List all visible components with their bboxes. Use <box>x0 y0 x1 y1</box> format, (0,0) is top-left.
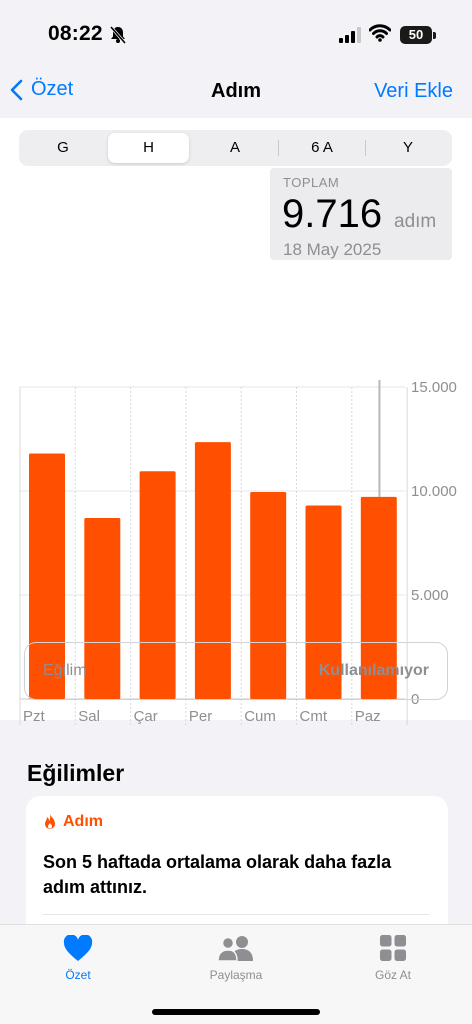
segment-divider <box>278 140 279 156</box>
chevron-left-icon <box>10 79 23 100</box>
y-tick-label: 10.000 <box>411 483 457 500</box>
navigation-bar: Özet Adım Veri Ekle <box>0 64 472 118</box>
callout-unit: adım <box>394 211 437 232</box>
trend-row[interactable]: Eğilim Kullanılamıyor <box>24 642 448 700</box>
wifi-icon <box>368 24 392 47</box>
status-bar: 08:22 50 <box>0 0 472 64</box>
trend-category-label: Adım <box>63 813 103 830</box>
content-card: G H A 6 A Y TOPLAM 9.716 adım 18 May 202… <box>0 118 472 725</box>
heart-icon <box>63 934 93 961</box>
y-tick-label: 15.000 <box>411 379 457 396</box>
trend-label: Eğilim <box>43 662 87 679</box>
status-time: 08:22 <box>48 22 103 45</box>
tab-browse-label: Göz At <box>374 968 412 982</box>
tab-sharing[interactable]: Paylaşma <box>176 933 296 982</box>
callout-date: 18 May 2025 <box>283 240 382 259</box>
x-tick-label: Paz <box>355 708 381 725</box>
tab-summary[interactable]: Özet <box>18 933 138 982</box>
time-range-segmented-control: G H A 6 A Y <box>19 130 452 166</box>
callout-label: TOPLAM <box>283 175 340 190</box>
x-tick-label: Cum <box>244 708 276 725</box>
segment-divider <box>365 140 366 156</box>
x-tick-label: Cmt <box>300 708 328 725</box>
x-tick-label: Sal <box>78 708 100 725</box>
tab-sharing-label: Paylaşma <box>209 968 263 982</box>
cellular-signal-icon <box>339 27 363 48</box>
home-indicator <box>152 1009 320 1015</box>
tab-summary-label: Özet <box>65 968 91 982</box>
trend-status: Kullanılamıyor <box>318 662 429 679</box>
back-button[interactable]: Özet <box>10 78 73 101</box>
flame-icon <box>45 814 55 829</box>
trend-category: Adım <box>42 813 103 831</box>
back-label: Özet <box>31 78 74 100</box>
tab-bar: Özet Paylaşma Göz At <box>0 924 472 1024</box>
total-callout: TOPLAM 9.716 adım 18 May 2025 <box>270 168 452 260</box>
trend-card-divider <box>43 914 429 915</box>
battery-tip <box>433 32 436 39</box>
segment-week[interactable]: H <box>108 133 189 163</box>
x-tick-label: Çar <box>134 708 158 725</box>
trend-message: Son 5 haftada ortalama olarak daha fazla… <box>43 852 392 897</box>
x-tick-label: Per <box>189 708 212 725</box>
tab-browse[interactable]: Göz At <box>333 933 453 982</box>
segment-day[interactable]: G <box>22 133 104 163</box>
grid-icon <box>380 935 406 961</box>
silent-bell-icon <box>108 25 128 45</box>
segment-month[interactable]: A <box>193 133 277 163</box>
add-data-button[interactable]: Veri Ekle <box>374 80 453 103</box>
segment-six-months[interactable]: 6 A <box>280 133 364 163</box>
trends-section-title: Eğilimler <box>27 760 125 786</box>
y-tick-label: 5.000 <box>411 587 449 604</box>
callout-value: 9.716 <box>282 192 383 236</box>
battery-icon: 50 <box>400 26 432 44</box>
people-icon <box>217 936 253 962</box>
segment-year[interactable]: Y <box>367 133 449 163</box>
x-tick-label: Pzt <box>23 708 46 725</box>
